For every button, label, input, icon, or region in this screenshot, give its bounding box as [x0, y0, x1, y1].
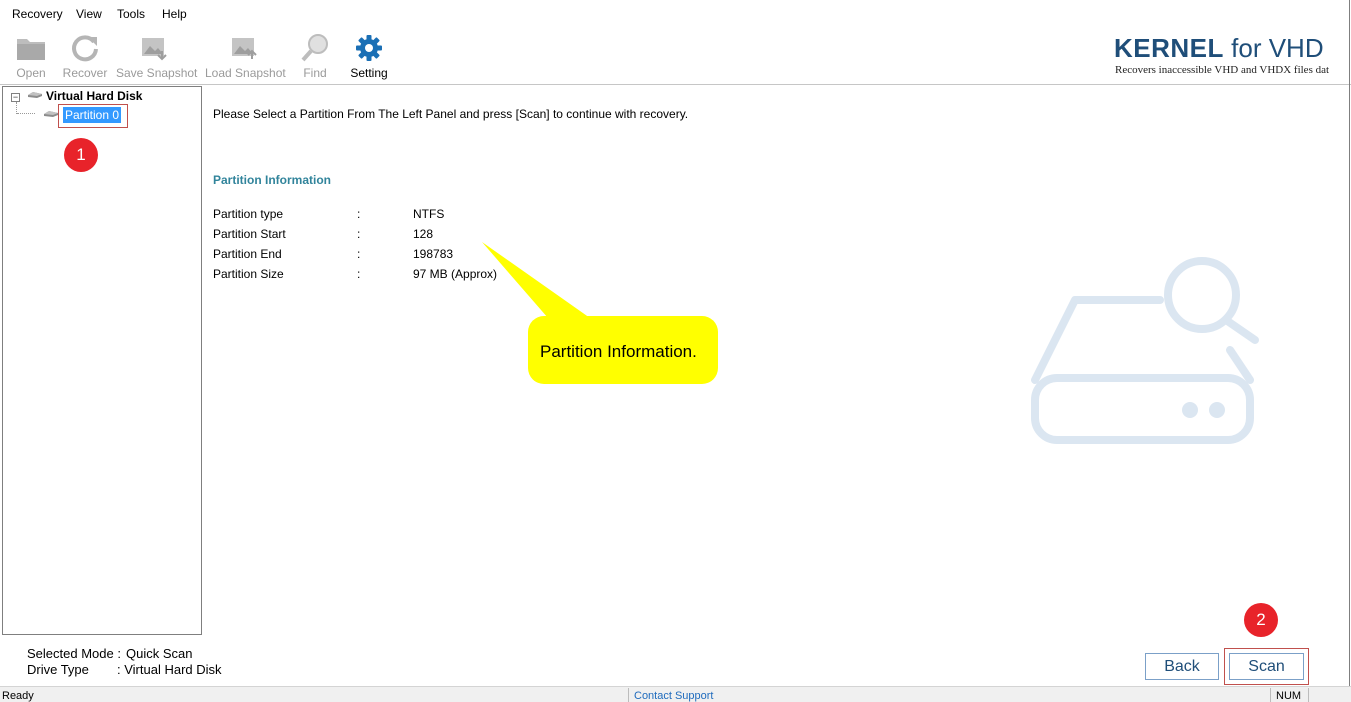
magnifier-icon	[301, 34, 328, 62]
tree-root-virtual-hard-disk[interactable]: Virtual Hard Disk	[46, 89, 142, 103]
info-key: Partition type	[213, 207, 284, 221]
brand-tagline: Recovers inaccessible VHD and VHDX files…	[1115, 64, 1330, 76]
tree-collapse-toggle[interactable]: −	[11, 93, 20, 102]
brand-product: for VHD	[1223, 33, 1324, 63]
info-row-type: Partition type : NTFS	[213, 207, 613, 225]
selected-mode-key: Selected Mode :	[27, 646, 121, 661]
gear-icon	[356, 35, 382, 61]
scan-button[interactable]: Scan	[1229, 653, 1304, 680]
hard-disk-icon	[28, 92, 42, 98]
recover-button[interactable]: Recover	[60, 28, 110, 82]
info-sep: :	[357, 247, 361, 261]
find-label: Find	[303, 66, 327, 80]
callout-bubble	[482, 242, 718, 384]
selected-mode-value: Quick Scan	[126, 646, 193, 661]
find-button[interactable]: Find	[298, 28, 332, 82]
toolbar: Open Recover Save Snapshot Load Snapshot…	[0, 28, 1000, 84]
step-badge-2: 2	[1244, 603, 1278, 637]
save-snapshot-label: Save Snapshot	[116, 66, 198, 80]
status-divider	[628, 688, 629, 702]
disk-search-watermark-icon	[1031, 257, 1259, 444]
image-load-icon	[232, 38, 257, 59]
step-badge-1: 1	[64, 138, 98, 172]
partition-info-title: Partition Information	[213, 173, 331, 187]
info-value: 198783	[413, 247, 454, 261]
load-snapshot-button[interactable]: Load Snapshot	[205, 28, 286, 82]
open-label: Open	[16, 66, 46, 80]
setting-button[interactable]: Setting	[345, 28, 393, 82]
partition-tree-panel: − Virtual Hard Disk Partition 0	[2, 86, 202, 635]
menu-recovery[interactable]: Recovery	[12, 7, 63, 21]
info-key: Partition Start	[213, 227, 286, 241]
brand-kernel: KERNEL	[1114, 33, 1224, 63]
info-value: 128	[413, 227, 434, 241]
toolbar-divider	[0, 84, 1351, 85]
refresh-icon	[72, 35, 98, 62]
tree-connector-h	[17, 113, 35, 114]
load-snapshot-label: Load Snapshot	[205, 66, 286, 80]
info-key: Partition Size	[213, 267, 284, 281]
window-right-border	[1349, 0, 1350, 701]
brand-logo: KERNEL for VHD Recovers inaccessible VHD…	[1114, 30, 1351, 80]
info-key: Partition End	[213, 247, 282, 261]
recover-label: Recover	[62, 66, 108, 80]
info-sep: :	[357, 227, 361, 241]
back-button[interactable]: Back	[1145, 653, 1219, 680]
status-bar: Ready Contact Support NUM	[0, 686, 1351, 702]
status-ready: Ready	[2, 690, 34, 702]
partition-disk-icon	[44, 111, 58, 117]
info-sep: :	[357, 207, 361, 221]
open-button[interactable]: Open	[10, 28, 52, 82]
partition-highlight-frame: Partition 0	[58, 104, 128, 128]
menu-tools[interactable]: Tools	[117, 7, 145, 21]
image-save-icon	[142, 38, 167, 61]
info-sep: :	[357, 267, 361, 281]
info-value: NTFS	[413, 207, 445, 221]
status-divider	[1308, 688, 1309, 702]
folder-icon	[17, 39, 45, 60]
drive-type-value: : Virtual Hard Disk	[117, 662, 222, 677]
tree-item-partition-0[interactable]: Partition 0	[63, 107, 122, 123]
drive-type-key: Drive Type	[27, 662, 89, 677]
menu-bar: Recovery View Tools Help	[0, 0, 1351, 26]
status-divider	[1270, 688, 1271, 702]
callout-text: Partition Information.	[540, 342, 697, 361]
instruction-message: Please Select a Partition From The Left …	[213, 107, 689, 121]
menu-view[interactable]: View	[76, 7, 102, 21]
menu-help[interactable]: Help	[162, 7, 187, 21]
contact-support-link[interactable]: Contact Support	[634, 690, 714, 702]
setting-label: Setting	[350, 66, 388, 80]
save-snapshot-button[interactable]: Save Snapshot	[116, 28, 198, 82]
num-lock-indicator: NUM	[1276, 690, 1302, 702]
